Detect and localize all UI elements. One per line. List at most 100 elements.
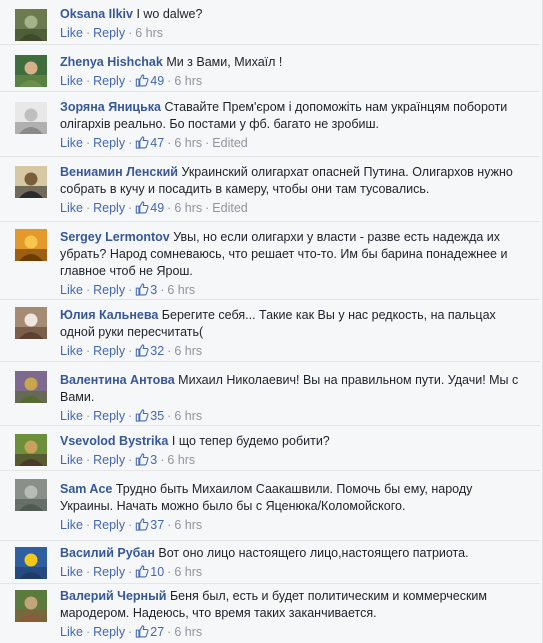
comment-text: I wo dalwe? [136,7,203,21]
comment-author[interactable]: Zhenya Hishchak [60,55,163,69]
timestamp[interactable]: 6 hrs [174,625,202,639]
timestamp[interactable]: 6 hrs [174,344,202,358]
reply-button[interactable]: Reply [93,409,125,423]
like-count-button[interactable]: 3 [135,283,157,297]
like-button[interactable]: Like [60,74,83,88]
like-button[interactable]: Like [60,344,83,358]
comment-author[interactable]: Sam Ace [60,482,112,496]
like-count-button[interactable]: 35 [135,409,164,423]
avatar[interactable] [15,102,47,134]
edited-label[interactable]: Edited [212,201,247,215]
reply-button[interactable]: Reply [93,565,125,579]
comment-author[interactable]: Валентина Антова [60,373,175,387]
avatar[interactable] [15,55,47,87]
reply-button[interactable]: Reply [93,518,125,532]
comment-author[interactable]: Sergey Lermontov [60,230,170,244]
reply-button[interactable]: Reply [93,74,125,88]
comment-text: І що тепер будемо робити? [171,434,330,448]
like-count: 49 [150,201,165,215]
like-count: 49 [150,74,165,88]
separator: · [167,625,172,639]
thumbs-up-icon [136,74,149,87]
comment-author[interactable]: Зоряна Яницька [60,100,161,114]
comment-author[interactable]: Вениамин Ленский [60,165,178,179]
comment-item: Vsevolod Bystrika І що тепер будемо роби… [0,425,540,470]
comment-body: Вениамин Ленский Украинский олигархат оп… [60,164,528,217]
like-count: 47 [150,136,165,150]
like-button[interactable]: Like [60,283,83,297]
comment-body: Zhenya Hishchak Ми з Вами, Михаїл ! Like… [60,54,528,90]
comment-actions: Like · Reply · 37 · 6 hrs [60,517,528,534]
like-button[interactable]: Like [60,565,83,579]
comment-item: Зоряна Яницька Ставайте Прем'єром і допо… [0,91,540,156]
separator: · [160,453,165,467]
separator: · [85,409,91,423]
like-count-button[interactable]: 47 [135,136,164,150]
comment-author[interactable]: Василий Рубан [60,546,155,560]
like-button[interactable]: Like [60,518,83,532]
reply-button[interactable]: Reply [93,453,125,467]
timestamp[interactable]: 6 hrs [174,74,202,88]
separator: · [128,625,133,639]
comment-actions: Like · Reply · 35 · 6 hrs [60,408,528,425]
separator: · [128,518,133,532]
reply-button[interactable]: Reply [93,26,125,40]
comment-author[interactable]: Vsevolod Bystrika [60,434,168,448]
comment-body: Валерий Черный Беня был, есть и будет по… [60,588,528,641]
avatar[interactable] [15,590,47,622]
timestamp[interactable]: 6 hrs [174,518,202,532]
like-count-button[interactable]: 27 [135,625,164,639]
comment-author[interactable]: Oksana Ilkiv [60,7,133,21]
timestamp[interactable]: 6 hrs [174,136,202,150]
comment-author[interactable]: Валерий Черный [60,589,166,603]
comment-actions: Like · Reply · 49 · 6 hrs [60,73,528,90]
separator: · [167,201,172,215]
timestamp[interactable]: 6 hrs [174,409,202,423]
comment-item: Вениамин Ленский Украинский олигархат оп… [0,156,540,221]
like-count-button[interactable]: 32 [135,344,164,358]
reply-button[interactable]: Reply [93,283,125,297]
like-button[interactable]: Like [60,26,83,40]
avatar[interactable] [15,9,47,41]
avatar[interactable] [15,229,47,261]
reply-button[interactable]: Reply [93,201,125,215]
separator: · [128,344,133,358]
like-count-button[interactable]: 49 [135,74,164,88]
avatar[interactable] [15,166,47,198]
timestamp[interactable]: 6 hrs [174,565,202,579]
timestamp[interactable]: 6 hrs [174,201,202,215]
comment-text: Трудно быть Михаилом Саакашвили. Помочь … [60,482,473,513]
separator: · [128,565,133,579]
edited-label[interactable]: Edited [212,136,247,150]
comment-item: Василий Рубан Вот оно лицо настоящего ли… [0,540,540,583]
avatar[interactable] [15,371,47,403]
reply-button[interactable]: Reply [93,136,125,150]
avatar[interactable] [15,547,47,579]
thumbs-up-icon [136,565,149,578]
timestamp[interactable]: 6 hrs [135,26,163,40]
separator: · [85,26,91,40]
like-button[interactable]: Like [60,409,83,423]
timestamp[interactable]: 6 hrs [167,453,195,467]
comment-actions: Like · Reply · 3 · 6 hrs [60,452,528,469]
avatar[interactable] [15,307,47,339]
thumbs-up-icon [136,344,149,357]
avatar[interactable] [15,479,47,511]
reply-button[interactable]: Reply [93,625,125,639]
like-count-button[interactable]: 37 [135,518,164,532]
avatar[interactable] [15,434,47,466]
like-count-button[interactable]: 49 [135,201,164,215]
like-button[interactable]: Like [60,625,83,639]
comments-list: Oksana Ilkiv I wo dalwe? Like · Reply · 6 hr… [0,0,543,643]
separator: · [85,283,91,297]
like-button[interactable]: Like [60,136,83,150]
separator: · [85,565,91,579]
reply-button[interactable]: Reply [93,344,125,358]
like-count-button[interactable]: 3 [135,453,157,467]
like-button[interactable]: Like [60,453,83,467]
comment-author[interactable]: Юлия Кальнева [60,308,158,322]
comment-body: Василий Рубан Вот оно лицо настоящего ли… [60,545,528,581]
timestamp[interactable]: 6 hrs [167,283,195,297]
like-count-button[interactable]: 10 [135,565,164,579]
like-button[interactable]: Like [60,201,83,215]
